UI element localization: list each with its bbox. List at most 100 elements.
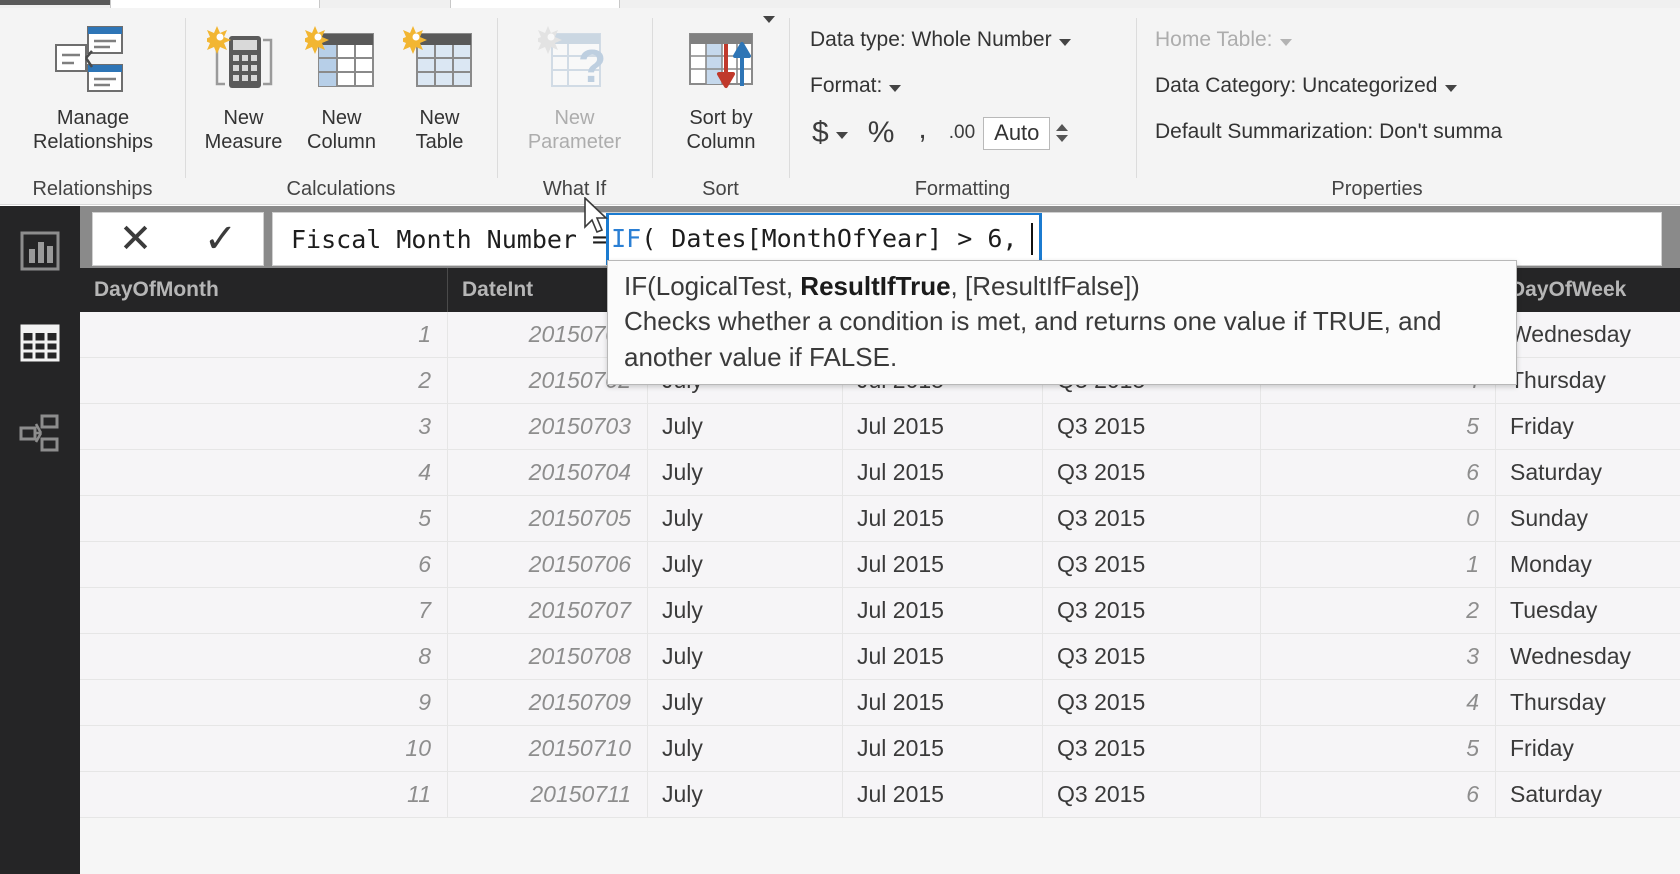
table-cell[interactable]: Jul 2015 bbox=[843, 496, 1043, 541]
chevron-down-icon[interactable] bbox=[1058, 38, 1071, 46]
data-type-dropdown[interactable]: Data type: Whole Number bbox=[810, 28, 1071, 52]
table-cell[interactable]: Q3 2015 bbox=[1043, 588, 1261, 633]
table-cell[interactable]: 4 bbox=[1261, 680, 1496, 725]
table-cell[interactable]: 4 bbox=[80, 450, 448, 495]
table-cell[interactable]: Friday bbox=[1496, 404, 1680, 449]
formula-input[interactable]: Fiscal Month Number = IF( Dates[MonthOfY… bbox=[272, 212, 1662, 266]
percent-button[interactable]: % bbox=[868, 116, 895, 150]
table-row[interactable]: 920150709JulyJul 2015Q3 20154ThursdaySat… bbox=[80, 680, 1680, 726]
table-cell[interactable]: 20150704 bbox=[448, 450, 648, 495]
table-cell[interactable]: Jul 2015 bbox=[843, 680, 1043, 725]
table-cell[interactable]: 20150706 bbox=[448, 542, 648, 587]
table-cell[interactable]: 8 bbox=[80, 634, 448, 679]
table-cell[interactable]: July bbox=[648, 726, 843, 771]
table-cell[interactable]: July bbox=[648, 404, 843, 449]
table-cell[interactable]: Q3 2015 bbox=[1043, 496, 1261, 541]
table-cell[interactable]: Q3 2015 bbox=[1043, 450, 1261, 495]
sidebar-item-report-view[interactable] bbox=[18, 229, 62, 273]
table-cell[interactable]: 2 bbox=[80, 358, 448, 403]
table-cell[interactable]: Q3 2015 bbox=[1043, 726, 1261, 771]
new-table-button[interactable]: New Table bbox=[392, 14, 487, 154]
ribbon-tab-edge[interactable] bbox=[110, 0, 320, 8]
table-cell[interactable]: Wednesday bbox=[1496, 634, 1680, 679]
format-dropdown[interactable]: Format: bbox=[810, 74, 902, 98]
table-cell[interactable]: 5 bbox=[80, 496, 448, 541]
data-category-dropdown[interactable]: Data Category: Uncategorized bbox=[1155, 74, 1457, 98]
table-cell[interactable]: 20150708 bbox=[448, 634, 648, 679]
new-column-button[interactable]: New Column bbox=[294, 14, 389, 154]
chevron-down-icon[interactable] bbox=[1444, 84, 1457, 92]
table-row[interactable]: 820150708JulyJul 2015Q3 20153WednesdaySa… bbox=[80, 634, 1680, 680]
table-cell[interactable]: July bbox=[648, 450, 843, 495]
table-cell[interactable]: Q3 2015 bbox=[1043, 634, 1261, 679]
table-cell[interactable]: Thursday bbox=[1496, 680, 1680, 725]
thousands-separator-button[interactable]: , bbox=[918, 112, 926, 146]
formula-expression-highlight[interactable]: IF( Dates[MonthOfYear] > 6, bbox=[606, 213, 1043, 265]
accept-formula-button[interactable]: ✓ bbox=[204, 219, 238, 259]
chevron-down-icon[interactable] bbox=[835, 131, 848, 139]
table-cell[interactable]: 20150703 bbox=[448, 404, 648, 449]
table-cell[interactable]: 20150705 bbox=[448, 496, 648, 541]
table-cell[interactable]: Tuesday bbox=[1496, 588, 1680, 633]
table-cell[interactable]: Saturday bbox=[1496, 450, 1680, 495]
table-cell[interactable]: 2 bbox=[1261, 588, 1496, 633]
table-cell[interactable]: Jul 2015 bbox=[843, 634, 1043, 679]
column-header-dayofmonth[interactable]: DayOfMonth bbox=[80, 268, 448, 312]
table-cell[interactable]: Jul 2015 bbox=[843, 450, 1043, 495]
table-cell[interactable]: Sunday bbox=[1496, 496, 1680, 541]
column-header-dayofweek[interactable]: DayOfWeek bbox=[1496, 268, 1680, 312]
table-cell[interactable]: Q3 2015 bbox=[1043, 542, 1261, 587]
table-cell[interactable]: Wednesday bbox=[1496, 312, 1680, 357]
table-cell[interactable]: 10 bbox=[80, 726, 448, 771]
chevron-down-icon[interactable] bbox=[763, 16, 775, 23]
sidebar-item-model-view[interactable] bbox=[18, 411, 62, 455]
home-table-dropdown[interactable]: Home Table: bbox=[1155, 28, 1292, 52]
table-cell[interactable]: 6 bbox=[80, 542, 448, 587]
chevron-down-icon[interactable] bbox=[1279, 38, 1292, 46]
table-cell[interactable]: 6 bbox=[1261, 450, 1496, 495]
table-cell[interactable]: 20150710 bbox=[448, 726, 648, 771]
table-cell[interactable]: Jul 2015 bbox=[843, 542, 1043, 587]
decimal-places-stepper[interactable] bbox=[1056, 124, 1069, 142]
default-summarization-dropdown[interactable]: Default Summarization: Don't summa bbox=[1155, 120, 1502, 144]
table-row[interactable]: 620150706JulyJul 2015Q3 20151MondaySatur… bbox=[80, 542, 1680, 588]
table-cell[interactable]: Friday bbox=[1496, 726, 1680, 771]
new-parameter-button[interactable]: ? New Parameter bbox=[512, 14, 637, 154]
table-cell[interactable]: Jul 2015 bbox=[843, 726, 1043, 771]
table-cell[interactable]: July bbox=[648, 772, 843, 817]
table-cell[interactable]: 20150711 bbox=[448, 772, 648, 817]
chevron-down-icon[interactable] bbox=[889, 84, 902, 92]
table-cell[interactable]: July bbox=[648, 634, 843, 679]
table-row[interactable]: 720150707JulyJul 2015Q3 20152TuesdaySatu… bbox=[80, 588, 1680, 634]
table-cell[interactable]: 11 bbox=[80, 772, 448, 817]
table-cell[interactable]: July bbox=[648, 496, 843, 541]
table-cell[interactable]: Jul 2015 bbox=[843, 404, 1043, 449]
new-measure-button[interactable]: New Measure bbox=[196, 14, 291, 154]
table-cell[interactable]: 20150709 bbox=[448, 680, 648, 725]
table-cell[interactable]: 20150707 bbox=[448, 588, 648, 633]
table-row[interactable]: 1020150710JulyJul 2015Q3 20155FridaySatu… bbox=[80, 726, 1680, 772]
table-cell[interactable]: 5 bbox=[1261, 404, 1496, 449]
table-row[interactable]: 520150705JulyJul 2015Q3 20150SundaySatur… bbox=[80, 496, 1680, 542]
table-cell[interactable]: 5 bbox=[1261, 726, 1496, 771]
table-row[interactable]: 1120150711JulyJul 2015Q3 20156SaturdaySa… bbox=[80, 772, 1680, 818]
table-cell[interactable]: 9 bbox=[80, 680, 448, 725]
manage-relationships-button[interactable]: Manage Relationships bbox=[8, 14, 178, 154]
table-cell[interactable]: July bbox=[648, 680, 843, 725]
table-cell[interactable]: July bbox=[648, 588, 843, 633]
table-cell[interactable]: July bbox=[648, 542, 843, 587]
table-cell[interactable]: 0 bbox=[1261, 496, 1496, 541]
table-row[interactable]: 420150704JulyJul 2015Q3 20156SaturdaySat… bbox=[80, 450, 1680, 496]
table-cell[interactable]: Saturday bbox=[1496, 772, 1680, 817]
table-cell[interactable]: Jul 2015 bbox=[843, 772, 1043, 817]
cancel-formula-button[interactable]: ✕ bbox=[119, 219, 153, 259]
table-cell[interactable]: Jul 2015 bbox=[843, 588, 1043, 633]
sort-by-column-button[interactable]: Sort by Column bbox=[661, 14, 781, 154]
sidebar-item-data-view[interactable] bbox=[18, 321, 62, 365]
currency-button[interactable]: $ bbox=[812, 116, 829, 150]
table-row[interactable]: 320150703JulyJul 2015Q3 20155FridaySatur… bbox=[80, 404, 1680, 450]
table-cell[interactable]: 3 bbox=[80, 404, 448, 449]
table-cell[interactable]: Q3 2015 bbox=[1043, 680, 1261, 725]
decimal-places-icon[interactable]: .00 bbox=[949, 122, 975, 144]
table-cell[interactable]: 6 bbox=[1261, 772, 1496, 817]
